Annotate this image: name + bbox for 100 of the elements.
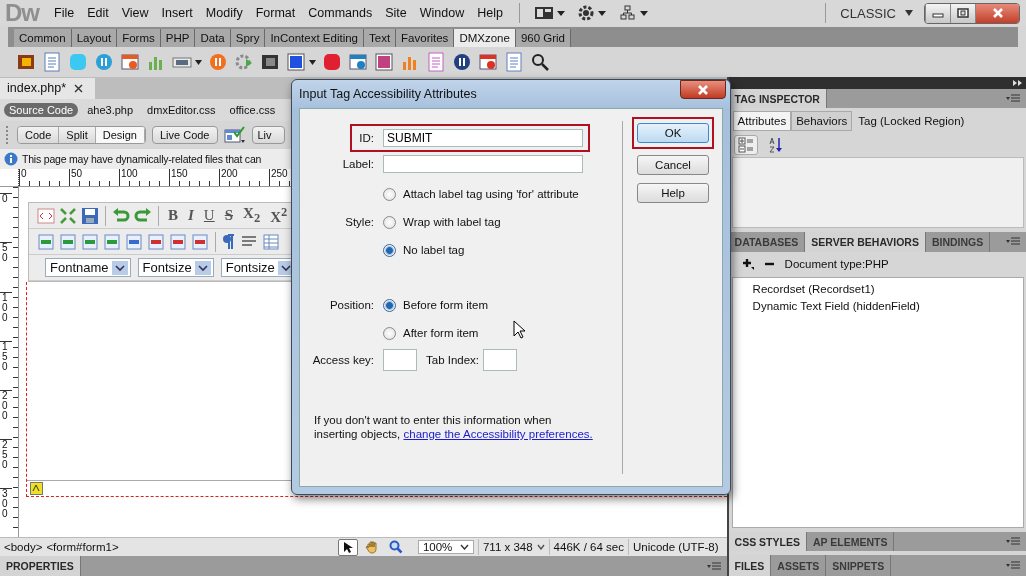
- inspector-tab[interactable]: Attributes: [732, 111, 792, 132]
- live-code-button[interactable]: Live Code: [151, 125, 218, 144]
- insert-tab[interactable]: PHP: [160, 29, 196, 47]
- server-behavior-item[interactable]: Dynamic Text Field (hiddenField): [752, 298, 1023, 315]
- plus-icon[interactable]: [741, 258, 754, 271]
- radio-button[interactable]: [383, 298, 396, 312]
- close-button[interactable]: [975, 3, 1019, 23]
- workspace-switcher[interactable]: CLASSIC: [840, 5, 896, 21]
- format-button[interactable]: X$^{2}$: [267, 205, 291, 227]
- table-icon[interactable]: [169, 232, 187, 251]
- dialog-button[interactable]: Cancel: [637, 155, 709, 175]
- insert-tab[interactable]: Data: [195, 29, 231, 47]
- close-icon[interactable]: [74, 83, 84, 93]
- category-view-button[interactable]: [733, 134, 758, 155]
- tag-selector[interactable]: <form#form1>: [46, 541, 119, 554]
- insert-tab[interactable]: Forms: [117, 29, 161, 47]
- menu-item[interactable]: Commands: [308, 6, 373, 20]
- radio-button[interactable]: [383, 326, 396, 340]
- code-icon[interactable]: [37, 206, 55, 225]
- insert-tab[interactable]: Text: [364, 29, 397, 47]
- view-button[interactable]: Design: [95, 126, 145, 143]
- calendar-icon[interactable]: [478, 52, 498, 72]
- view-button[interactable]: Code: [18, 126, 60, 143]
- minimize-button[interactable]: [925, 3, 950, 23]
- menu-icon[interactable]: [1006, 237, 1020, 247]
- table-icon[interactable]: [59, 232, 77, 251]
- related-file[interactable]: office.css: [224, 102, 281, 117]
- close-button[interactable]: [680, 80, 726, 99]
- menu-icon[interactable]: [1006, 94, 1020, 104]
- panel-tab[interactable]: SNIPPETS: [826, 555, 892, 576]
- format-button[interactable]: X$_{2}$: [240, 205, 264, 227]
- search-icon[interactable]: [530, 52, 550, 72]
- radio-button[interactable]: [383, 215, 396, 229]
- insert-tab[interactable]: Favorites: [396, 29, 455, 47]
- menu-icon[interactable]: [706, 561, 721, 571]
- tab-index-field[interactable]: [483, 349, 518, 371]
- redo-icon[interactable]: [134, 206, 152, 225]
- document-icon[interactable]: [426, 52, 446, 72]
- maximize-button[interactable]: [950, 3, 975, 23]
- panel-tab[interactable]: CSS STYLES: [728, 531, 807, 552]
- font-select[interactable]: Fontname: [45, 258, 131, 278]
- inspector-tab[interactable]: Behaviors: [791, 111, 853, 132]
- insert-tab[interactable]: Common: [14, 29, 72, 47]
- id-field[interactable]: SUBMIT: [383, 129, 583, 147]
- preferences-link[interactable]: change the Accessibility preferences.: [403, 428, 593, 440]
- menu-item[interactable]: File: [54, 6, 75, 20]
- insert-tab[interactable]: DMXzone: [454, 29, 516, 47]
- panel-tab[interactable]: SERVER BEHAVIORS: [805, 231, 926, 252]
- panel-tab[interactable]: FILES: [728, 555, 772, 576]
- radio-button[interactable]: [383, 243, 396, 257]
- menu-item[interactable]: Help: [477, 6, 503, 20]
- related-file[interactable]: dmxEditor.css: [142, 102, 221, 117]
- insert-tab[interactable]: 960 Grid: [515, 29, 571, 47]
- save-icon[interactable]: [81, 206, 99, 225]
- table-icon[interactable]: [147, 232, 165, 251]
- gear-icon[interactable]: [577, 5, 608, 21]
- view-button[interactable]: Split: [59, 126, 96, 143]
- table-icon[interactable]: [191, 232, 209, 251]
- dialog-button[interactable]: Help: [637, 183, 709, 203]
- menu-item[interactable]: Modify: [205, 6, 243, 20]
- menu-item[interactable]: Insert: [161, 6, 193, 20]
- live-view-button[interactable]: Liv: [251, 125, 285, 144]
- pointer-tool[interactable]: [337, 538, 358, 556]
- menu-icon[interactable]: [1006, 561, 1020, 571]
- paragraph-icon[interactable]: [222, 232, 236, 251]
- access-key-field[interactable]: [383, 349, 417, 371]
- format-button[interactable]: I: [185, 207, 197, 225]
- panel-tab[interactable]: PROPERTIES: [0, 556, 81, 576]
- caret-icon[interactable]: [536, 544, 545, 551]
- related-file[interactable]: ahe3.php: [82, 102, 139, 117]
- radio-button[interactable]: [383, 187, 396, 201]
- layout-icon[interactable]: [533, 6, 566, 20]
- dialog-button[interactable]: OK: [637, 123, 709, 143]
- zoom-select[interactable]: 100%: [417, 540, 474, 555]
- sort-icon[interactable]: [767, 135, 784, 154]
- menu-item[interactable]: Edit: [87, 6, 109, 20]
- server-behavior-item[interactable]: Recordset (Recordset1): [752, 281, 1023, 298]
- tag-selector[interactable]: <body>: [4, 541, 43, 554]
- pause-icon[interactable]: [94, 52, 114, 72]
- label-field[interactable]: [383, 155, 583, 173]
- format-button[interactable]: S: [221, 207, 237, 225]
- insert-tab[interactable]: Layout: [71, 29, 118, 47]
- photo-icon[interactable]: [374, 52, 394, 72]
- window-size[interactable]: 711 x 348: [482, 541, 533, 554]
- film-icon[interactable]: [16, 52, 36, 72]
- document-tab[interactable]: index.php*: [0, 77, 95, 99]
- menu-item[interactable]: Window: [419, 6, 465, 20]
- table-icon[interactable]: [262, 232, 280, 251]
- font-select[interactable]: Fontsize: [137, 258, 214, 278]
- insert-tab[interactable]: Spry: [230, 29, 266, 47]
- window-icon[interactable]: [120, 52, 140, 72]
- table-icon[interactable]: [103, 232, 121, 251]
- menu-item[interactable]: Format: [255, 6, 296, 20]
- menu-item[interactable]: View: [121, 6, 149, 20]
- menu-icon[interactable]: [1006, 537, 1020, 547]
- square-icon[interactable]: [286, 52, 306, 72]
- table-icon[interactable]: [125, 232, 143, 251]
- caret-icon[interactable]: [195, 59, 202, 65]
- undo-icon[interactable]: [112, 206, 130, 225]
- format-button[interactable]: B: [165, 207, 181, 225]
